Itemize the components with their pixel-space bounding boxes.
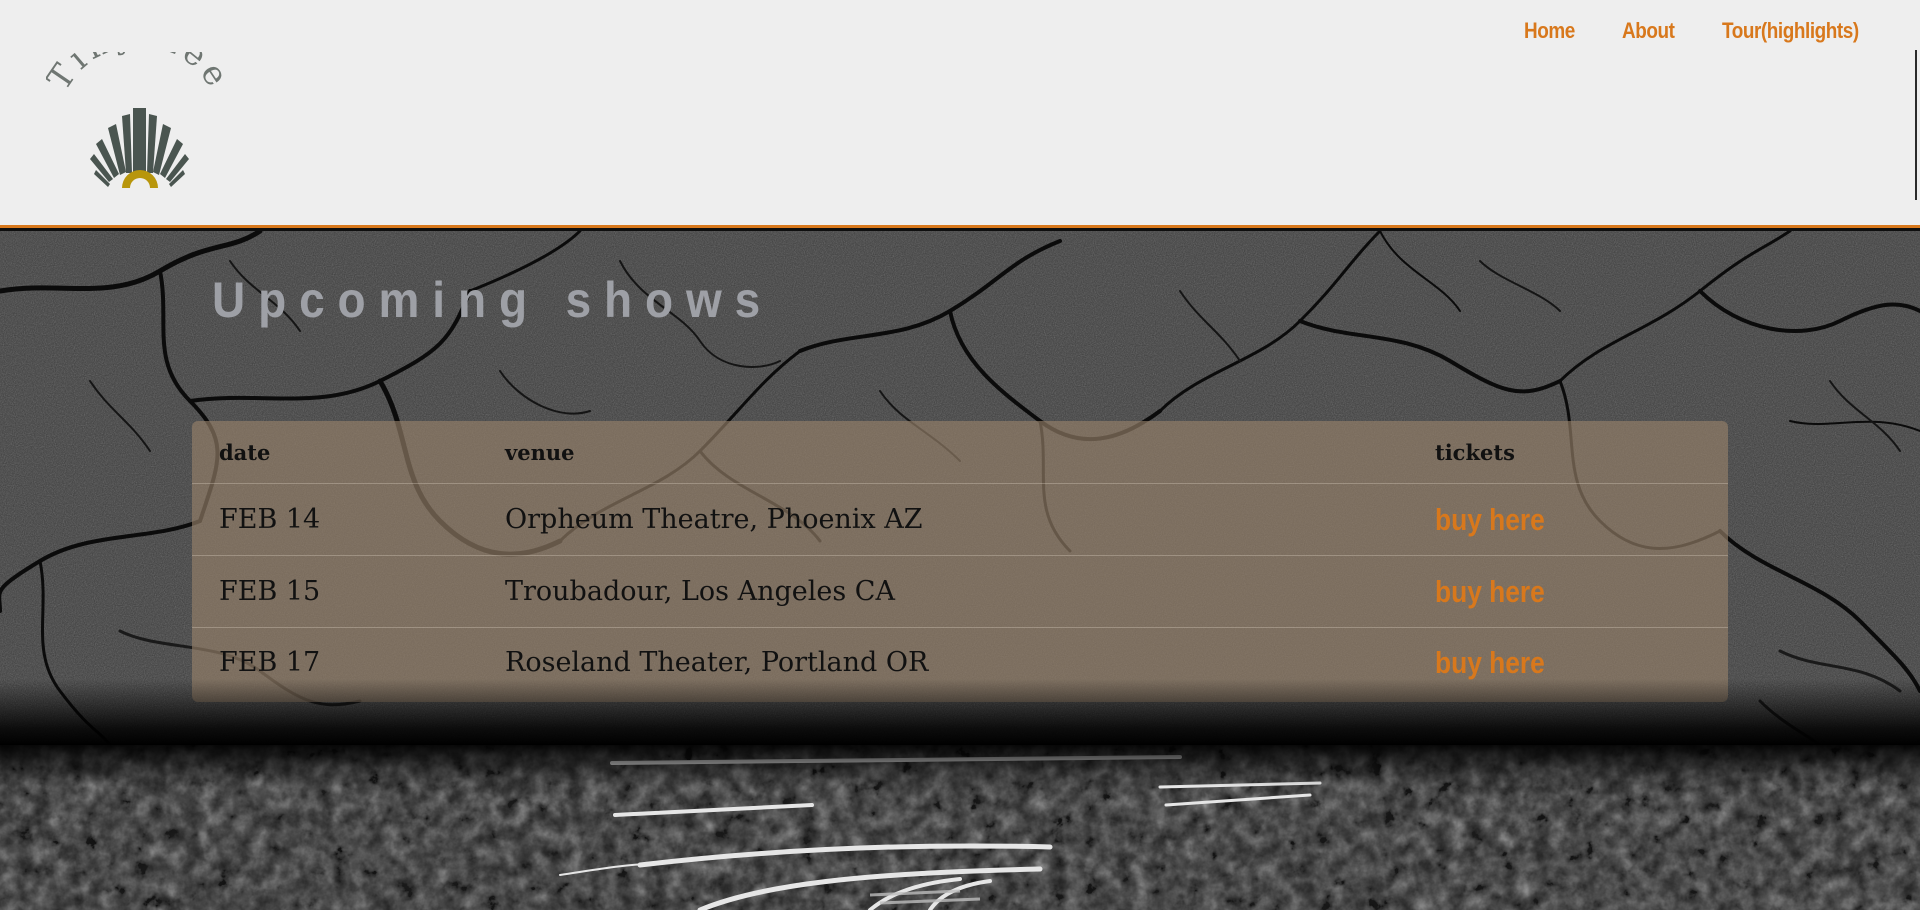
tickets-cell: buy here <box>1435 555 1728 628</box>
upcoming-shows-section: Upcoming shows date venue tickets FEB 14… <box>0 231 1920 745</box>
railway-tracks-image <box>0 745 1920 910</box>
table-row: FEB 14 Orpheum Theatre, Phoenix AZ buy h… <box>192 483 1728 556</box>
section-title: Upcoming shows <box>212 272 774 328</box>
shows-table-panel: date venue tickets FEB 14 Orpheum Theatr… <box>192 421 1728 702</box>
nav-home-link[interactable]: Home <box>1524 18 1575 44</box>
table-row: FEB 15 Troubadour, Los Angeles CA buy he… <box>192 555 1728 628</box>
show-date: FEB 14 <box>192 483 505 556</box>
show-venue: Orpheum Theatre, Phoenix AZ <box>505 483 1435 556</box>
scroll-indicator <box>1915 50 1917 200</box>
railway-photo-banner <box>0 745 1920 910</box>
column-header-venue: venue <box>505 421 1435 484</box>
section-bottom-fade <box>0 679 1920 745</box>
column-header-date: date <box>192 421 505 484</box>
site-header: Tiny Lee Home About Tour(highlights) <box>0 0 1920 228</box>
nav-about-link[interactable]: About <box>1622 18 1675 44</box>
buy-tickets-link[interactable]: buy here <box>1435 574 1545 610</box>
tiny-lee-logo[interactable]: Tiny Lee <box>46 52 232 198</box>
buy-tickets-link[interactable]: buy here <box>1435 502 1545 538</box>
svg-text:Tiny Lee: Tiny Lee <box>46 52 232 97</box>
nav-tour-highlights-link[interactable]: Tour(highlights) <box>1722 18 1859 44</box>
table-header-row: date venue tickets <box>192 421 1728 484</box>
column-header-tickets: tickets <box>1435 421 1728 484</box>
show-venue: Troubadour, Los Angeles CA <box>505 555 1435 628</box>
buy-tickets-link[interactable]: buy here <box>1435 645 1545 681</box>
tickets-cell: buy here <box>1435 483 1728 556</box>
shows-table: date venue tickets FEB 14 Orpheum Theatr… <box>192 421 1728 697</box>
main-nav: Home About Tour(highlights) <box>0 18 1920 58</box>
show-date: FEB 15 <box>192 555 505 628</box>
